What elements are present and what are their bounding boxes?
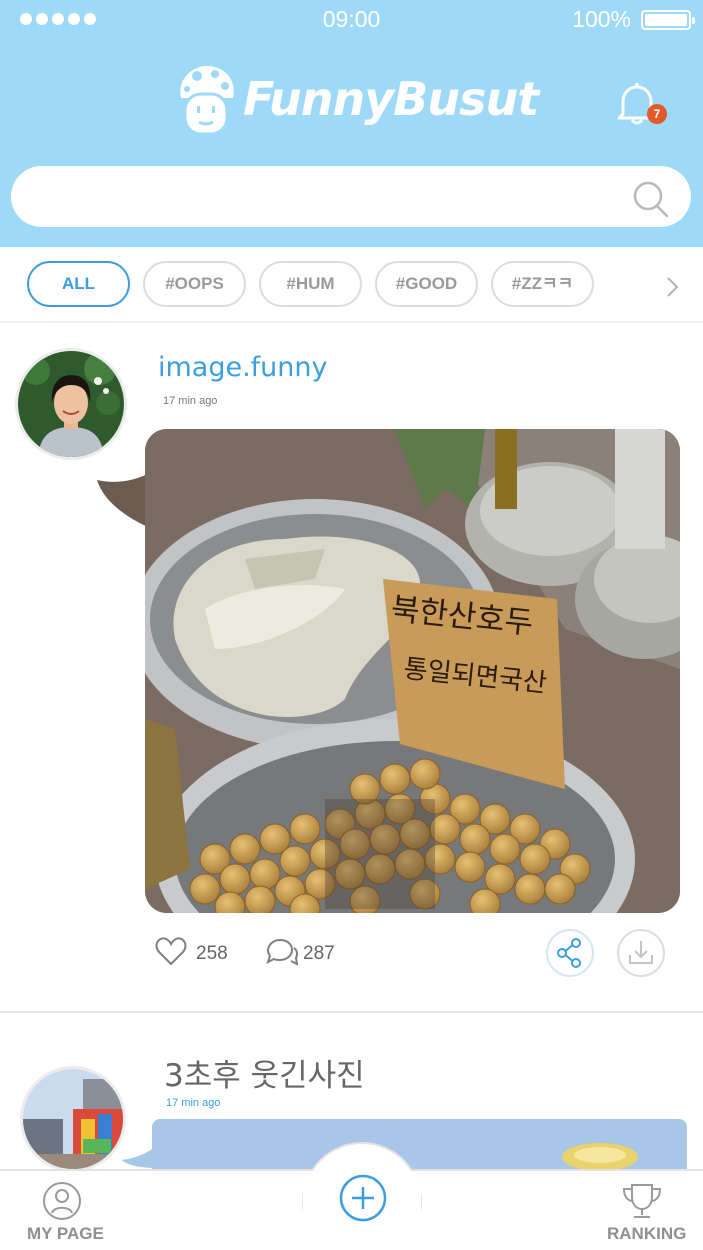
comment-button[interactable] xyxy=(264,937,298,967)
trophy-icon xyxy=(622,1184,662,1218)
post-title[interactable]: 3초후 웃긴사진 xyxy=(164,1050,365,1095)
chevron-right-icon[interactable] xyxy=(662,276,682,298)
search-input[interactable] xyxy=(31,176,621,216)
like-button[interactable] xyxy=(155,936,187,966)
post-username[interactable]: image.funny xyxy=(158,352,328,383)
comment-count: 287 xyxy=(303,943,335,964)
search-bar[interactable] xyxy=(11,166,691,227)
post-time: 17 min ago xyxy=(163,395,218,407)
share-button[interactable] xyxy=(546,929,594,977)
avatar[interactable] xyxy=(20,1066,126,1172)
notification-badge: 7 xyxy=(647,104,667,124)
avatar-photo xyxy=(23,1069,123,1169)
battery-icon xyxy=(641,10,695,30)
download-button[interactable] xyxy=(617,929,665,977)
mushroom-icon xyxy=(180,66,234,136)
search-icon[interactable] xyxy=(632,180,670,218)
post-divider xyxy=(0,1011,703,1013)
download-icon xyxy=(629,941,653,964)
plus-icon[interactable] xyxy=(338,1173,388,1223)
tag-hum[interactable]: #HUM xyxy=(259,261,362,307)
notifications-button[interactable]: 7 xyxy=(617,82,667,128)
my-page-label[interactable]: MY PAGE xyxy=(27,1224,104,1244)
battery-percent: 100% xyxy=(572,6,631,32)
share-icon xyxy=(557,938,581,968)
app-header: 09:00 100% FunnyBusut 7 xyxy=(0,0,703,247)
like-count: 258 xyxy=(196,943,228,964)
tag-zz[interactable]: #ZZㅋㅋ xyxy=(491,261,594,307)
ranking-tab[interactable] xyxy=(619,1181,667,1225)
tag-filter-bar: ALL #OOPS #HUM #GOOD #ZZㅋㅋ xyxy=(0,247,703,323)
walnut-sign-photo: 북한산호두 통일되면국산 xyxy=(145,429,680,913)
post-time: 17 min ago xyxy=(166,1097,221,1109)
ranking-label[interactable]: RANKING xyxy=(607,1224,686,1244)
status-bar: 09:00 100% xyxy=(0,0,703,42)
user-icon xyxy=(43,1182,81,1220)
tag-oops[interactable]: #OOPS xyxy=(143,261,246,307)
app-name: FunnyBusut xyxy=(243,72,539,126)
tag-good[interactable]: #GOOD xyxy=(375,261,478,307)
app-logo: FunnyBusut xyxy=(175,64,539,140)
post-image[interactable]: 북한산호두 통일되면국산 xyxy=(145,429,680,913)
tag-all[interactable]: ALL xyxy=(27,261,130,307)
